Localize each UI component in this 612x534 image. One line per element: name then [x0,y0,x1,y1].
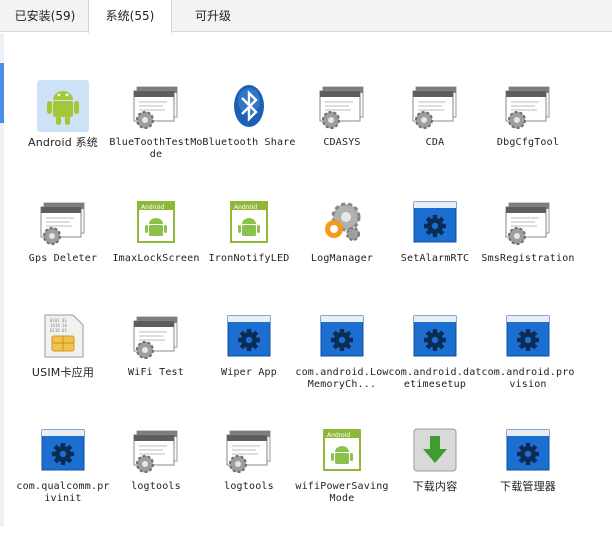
app-label: logtools [131,481,181,492]
app-label: Bluetooth Share [202,137,296,148]
app-item[interactable]: logtools [109,424,199,534]
app-item[interactable]: com.qualcomm.privinit [16,424,109,534]
app-label: com.qualcomm.privinit [16,481,110,504]
app-item[interactable]: com.android.datetimesetup [388,310,481,420]
app-item[interactable]: CDASYS [295,80,385,190]
app-label: Android 系统 [27,136,99,149]
app-label: BlueToothTestMode [109,137,203,160]
app-label: 下载内容 [412,480,458,493]
app-label: SmsRegistration [481,253,575,264]
app-item[interactable]: WiFi Test [109,310,199,420]
window-gear-icon [130,310,182,362]
window-gear-icon [502,80,554,132]
app-label: logtools [224,481,274,492]
window-gear-icon [223,424,275,476]
app-label: USIM卡应用 [31,366,95,379]
blue-settings-icon [316,310,368,362]
app-label: SetAlarmRTC [400,253,470,264]
app-label: com.android.LowMemoryCh... [295,367,389,390]
app-item[interactable]: com.android.LowMemoryCh... [295,310,388,420]
svg-text:0110 01: 0110 01 [50,328,67,333]
blue-settings-icon [409,310,461,362]
app-item[interactable]: Wiper App [202,310,292,420]
app-label: CDASYS [323,137,361,148]
app-label: IronNotifyLED [208,253,290,264]
blue-settings-icon [37,424,89,476]
app-label: ImaxLockScreen [112,253,200,264]
window-gear-icon [316,80,368,132]
app-item[interactable]: LogManager [295,196,385,306]
window-gear-icon [130,80,182,132]
svg-text:Android: Android [327,432,350,439]
app-item[interactable]: Bluetooth Share [202,80,295,190]
window-gear-icon [130,424,182,476]
app-item[interactable]: SmsRegistration [481,196,574,306]
window-gear-icon [37,196,89,248]
tab-system[interactable]: 系统(55) [88,0,172,33]
app-label: wifiPowerSavingMode [295,481,389,504]
app-item[interactable]: Android wifiPowerSavingMode [295,424,388,534]
blue-settings-icon [223,310,275,362]
app-item[interactable]: Android 系统 [16,80,106,190]
tab-bar: 已安装(59) 系统(55) 可升级 [0,0,612,33]
app-label: Gps Deleter [28,253,98,264]
window-gear-icon [502,196,554,248]
log-gear-icon [316,196,368,248]
app-item[interactable]: com.android.provision [481,310,574,420]
app-item[interactable]: 0101 01 1010 10 0110 01 USIM卡应用 [16,310,106,420]
blue-settings-icon [502,424,554,476]
app-label: com.android.provision [481,367,575,390]
bluetooth-icon [223,80,275,132]
sim-card-icon: 0101 01 1010 10 0110 01 [37,310,89,362]
app-item[interactable]: 下载内容 [388,424,478,534]
svg-text:Android: Android [141,204,164,211]
app-label: Wiper App [221,367,277,378]
app-item[interactable]: Gps Deleter [16,196,106,306]
android-card-icon: Android [223,196,275,248]
app-item[interactable]: Android ImaxLockScreen [109,196,199,306]
app-label: com.android.datetimesetup [388,367,482,390]
app-item[interactable]: 下载管理器 [481,424,571,534]
app-item[interactable]: BlueToothTestMode [109,80,202,190]
sidebar-edge [0,33,4,527]
android-card-icon: Android [130,196,182,248]
sidebar-selection-marker [0,63,4,123]
android-card-icon: Android [316,424,368,476]
window-gear-icon [409,80,461,132]
download-arrow-icon [409,424,461,476]
tab-installed[interactable]: 已安装(59) [6,0,84,32]
tab-upgradable[interactable]: 可升级 [180,0,246,32]
blue-settings-icon [502,310,554,362]
svg-text:Android: Android [234,204,257,211]
app-label: CDA [425,137,445,148]
app-item[interactable]: SetAlarmRTC [388,196,478,306]
app-item[interactable]: DbgCfgTool [481,80,571,190]
app-label: LogManager [310,253,374,264]
app-label: DbgCfgTool [496,137,560,148]
app-item[interactable]: Android IronNotifyLED [202,196,292,306]
app-item[interactable]: logtools [202,424,292,534]
android-robot-icon [37,80,89,132]
blue-settings-icon [409,196,461,248]
app-label: WiFi Test [128,367,184,378]
app-label: 下载管理器 [500,480,556,493]
app-item[interactable]: CDA [388,80,478,190]
